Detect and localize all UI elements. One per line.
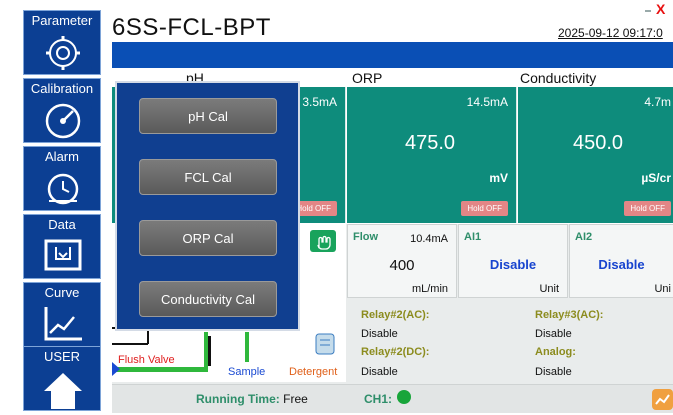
sidebar-item-parameter[interactable]: Parameter	[23, 10, 101, 75]
running-time: Running Time: Free	[196, 392, 308, 406]
conductivity-value: 450.0	[573, 132, 624, 154]
relay2dc-label: Relay#2(DC):	[361, 346, 430, 358]
ai2-cell[interactable]: AI2 Disable Uni	[569, 224, 673, 298]
relay2ac-label: Relay#2(AC):	[361, 309, 430, 321]
ai1-unit: Unit	[539, 283, 559, 295]
sidebar-item-alarm[interactable]: Alarm	[23, 146, 101, 211]
ph-current: 3.5mA	[302, 95, 337, 109]
ch1-status-indicator	[397, 390, 411, 404]
ph-cal-button[interactable]: pH Cal	[139, 98, 277, 134]
flow-value: 400	[389, 257, 415, 274]
conductivity-hold-badge[interactable]: Hold OFF	[624, 201, 671, 216]
relay2ac-value: Disable	[361, 328, 398, 340]
section-conductivity-heading: Conductivity	[520, 70, 597, 86]
data-icon	[44, 239, 82, 271]
orp-cal-button[interactable]: ORP Cal	[139, 220, 277, 256]
orp-unit: mV	[489, 171, 508, 185]
conductivity-cal-button[interactable]: Conductivity Cal	[139, 281, 277, 317]
running-time-label: Running Time:	[196, 392, 280, 406]
running-time-value: Free	[283, 392, 308, 406]
ai2-value: Disable	[598, 257, 645, 272]
section-orp-heading: ORP	[352, 70, 383, 86]
gear-icon	[46, 36, 80, 70]
analog-value: Disable	[535, 366, 572, 378]
calibration-menu: pH Cal FCL Cal ORP Cal Conductivity Cal	[115, 81, 300, 331]
relay2dc-value: Disable	[361, 366, 398, 378]
ai1-value: Disable	[489, 257, 537, 272]
analog-label: Analog:	[535, 346, 576, 358]
sidebar-item-label: Calibration	[30, 81, 94, 96]
datetime: 2025-09-12 09:17:0	[558, 26, 663, 40]
orp-card[interactable]: 14.5mA 475.0 mV Hold OFF	[347, 87, 517, 223]
orp-current: 14.5mA	[466, 95, 508, 109]
gauge-icon	[45, 103, 81, 139]
sidebar-item-calibration[interactable]: Calibration	[23, 78, 101, 143]
flush-valve-label: Flush Valve	[118, 354, 175, 366]
flow-current: 10.4mA	[410, 233, 448, 245]
orp-hold-badge[interactable]: Hold OFF	[461, 201, 508, 216]
detergent-label: Detergent	[289, 366, 338, 378]
minimize-button[interactable]	[645, 6, 653, 12]
curve-icon	[44, 307, 82, 341]
sidebar-item-data[interactable]: Data	[23, 214, 101, 279]
ai2-label: AI2	[575, 231, 593, 243]
alarm-icon	[47, 173, 79, 205]
conductivity-unit: µS/cr	[641, 171, 671, 185]
sidebar-item-label: Curve	[44, 285, 80, 300]
relay3ac-label: Relay#3(AC):	[535, 309, 604, 321]
sidebar: Parameter Calibration Alarm Data Curve U…	[0, 0, 112, 413]
conductivity-card[interactable]: 4.7m 450.0 µS/cr Hold OFF	[518, 87, 673, 223]
ai1-cell[interactable]: AI1 Disable Unit	[458, 224, 568, 298]
conductivity-current: 4.7m	[644, 95, 671, 109]
home-icon	[44, 373, 82, 409]
sample-label: Sample	[228, 366, 266, 378]
sidebar-item-curve[interactable]: Curve	[23, 282, 101, 347]
sidebar-item-label: Alarm	[45, 149, 79, 164]
page-title: 6SS-FCL-BPT	[112, 14, 271, 41]
sidebar-item-label: USER	[43, 349, 81, 364]
orp-value: 475.0	[405, 132, 456, 154]
fcl-cal-button[interactable]: FCL Cal	[139, 159, 277, 195]
flow-label: Flow	[353, 231, 379, 243]
trend-icon[interactable]	[652, 389, 673, 410]
ai2-unit: Uni	[654, 283, 671, 295]
ch1-label: CH1:	[364, 392, 393, 406]
flow-cell[interactable]: Flow 10.4mA 400 mL/min	[347, 224, 457, 298]
flow-unit: mL/min	[411, 283, 448, 295]
relay3ac-value: Disable	[535, 328, 572, 340]
close-button[interactable]: X	[656, 1, 665, 17]
sidebar-item-label: Parameter	[31, 13, 93, 28]
ai1-label: AI1	[464, 231, 482, 243]
sidebar-item-user[interactable]: USER	[23, 346, 101, 411]
sidebar-item-label: Data	[48, 217, 76, 232]
manual-hand-icon[interactable]	[310, 230, 336, 252]
